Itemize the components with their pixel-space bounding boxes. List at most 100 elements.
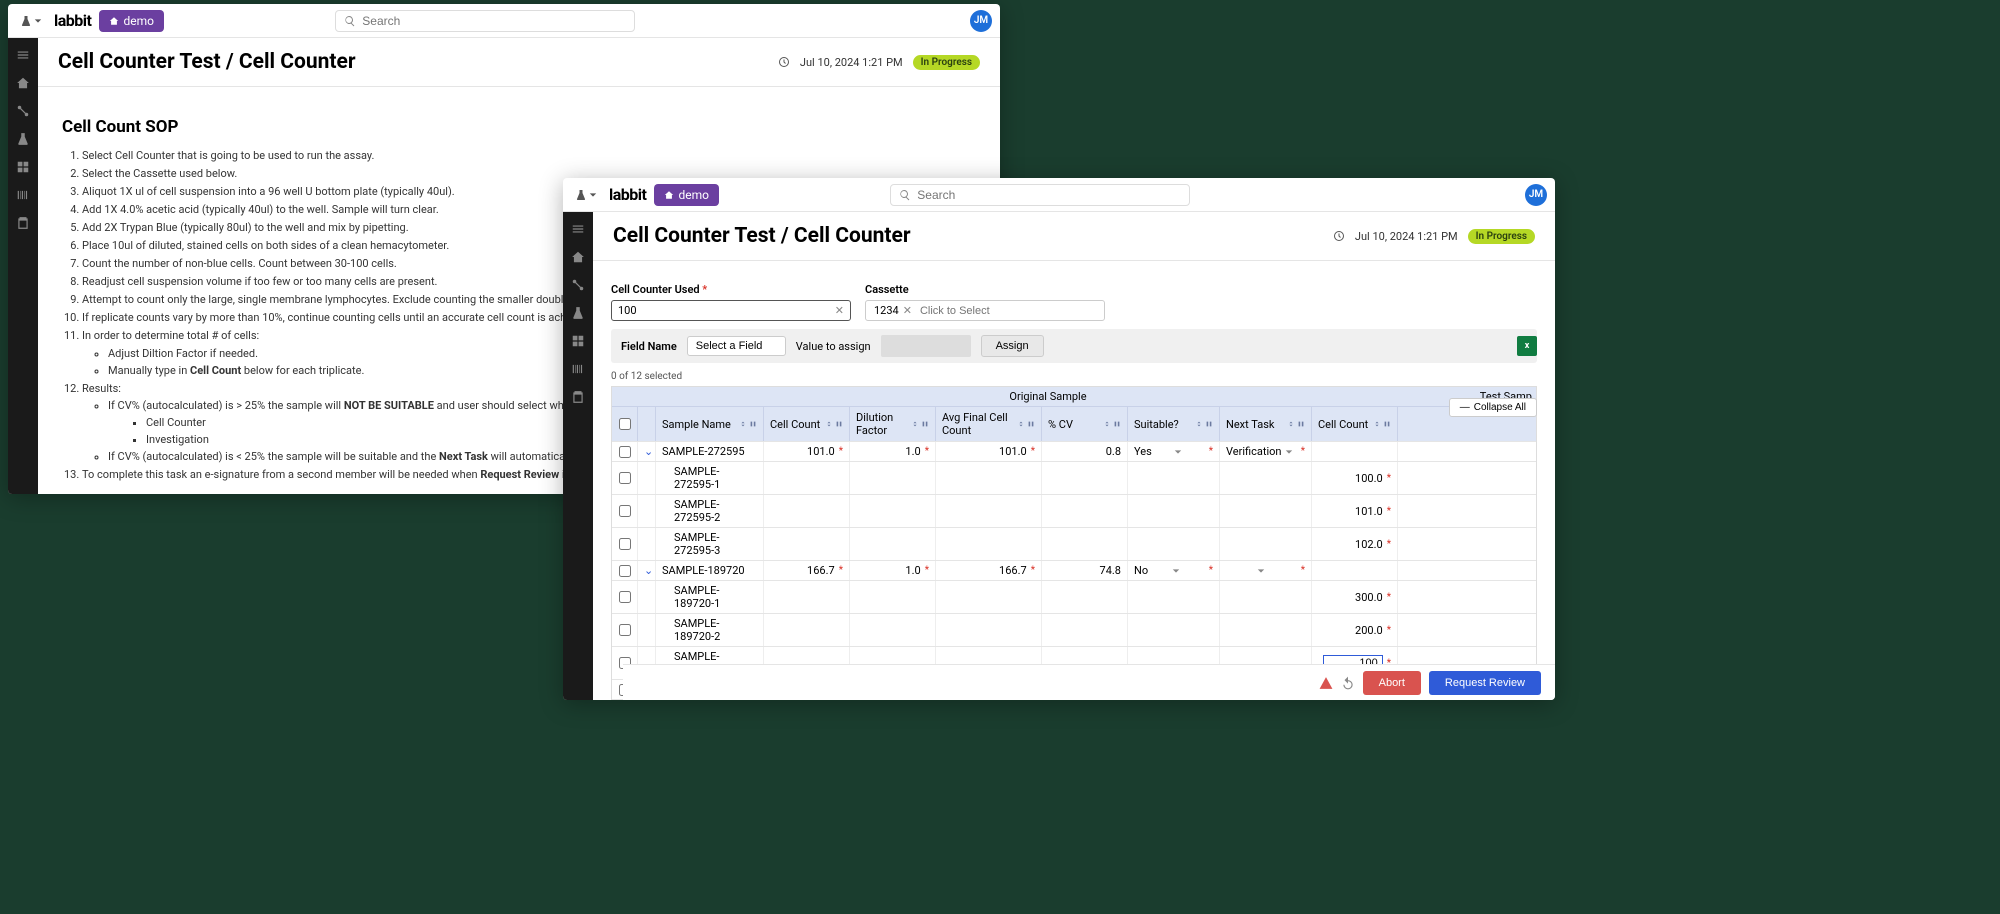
field-select[interactable]: Select a Field bbox=[687, 336, 786, 356]
page-header: Cell Counter Test / Cell Counter Jul 10,… bbox=[593, 212, 1555, 261]
cassette-label: Cassette bbox=[865, 283, 1105, 296]
col-header[interactable]: Dilution Factor bbox=[850, 407, 936, 441]
left-nav-rail bbox=[563, 212, 593, 700]
context-switcher[interactable] bbox=[571, 187, 601, 203]
user-avatar[interactable]: JM bbox=[1525, 184, 1547, 206]
cassette-input[interactable]: 1234✕ bbox=[865, 300, 1105, 321]
table-row: SAMPLE-272595-1100.0* bbox=[612, 461, 1536, 494]
selection-count: 0 of 12 selected bbox=[611, 371, 1537, 382]
row-checkbox[interactable] bbox=[619, 505, 631, 517]
field-name-label: Field Name bbox=[621, 340, 677, 353]
global-search[interactable] bbox=[890, 184, 1190, 206]
home-icon bbox=[664, 190, 674, 200]
search-icon bbox=[899, 189, 911, 201]
col-header[interactable]: Next Task bbox=[1220, 407, 1312, 441]
col-group-original: Original Sample bbox=[764, 387, 1332, 406]
row-checkbox[interactable] bbox=[619, 565, 631, 577]
user-avatar[interactable]: JM bbox=[970, 10, 992, 32]
status-badge: In Progress bbox=[913, 55, 980, 70]
clipboard-icon[interactable] bbox=[16, 216, 30, 230]
timestamp: Jul 10, 2024 1:21 PM bbox=[800, 56, 903, 69]
barcode-icon[interactable] bbox=[16, 188, 30, 202]
expand-toggle[interactable]: ⌄ bbox=[644, 445, 653, 458]
flask-icon bbox=[20, 15, 32, 27]
assign-button[interactable]: Assign bbox=[981, 335, 1044, 357]
ccu-input[interactable]: 100 ✕ bbox=[611, 300, 851, 321]
clear-icon[interactable]: ✕ bbox=[835, 304, 844, 317]
clipboard-icon[interactable] bbox=[571, 390, 585, 404]
context-switcher[interactable] bbox=[16, 13, 46, 29]
env-badge[interactable]: demo bbox=[99, 10, 164, 32]
app-logo: labbit bbox=[54, 11, 91, 30]
footer-bar: Abort Request Review bbox=[623, 664, 1555, 700]
global-search[interactable] bbox=[335, 10, 635, 32]
suitable-select[interactable]: No* bbox=[1128, 561, 1220, 580]
select-all-checkbox[interactable] bbox=[619, 418, 631, 430]
sop-heading: Cell Count SOP bbox=[62, 117, 976, 137]
expand-toggle[interactable]: ⌄ bbox=[644, 564, 653, 577]
request-review-button[interactable]: Request Review bbox=[1429, 671, 1541, 695]
workflow-icon[interactable] bbox=[571, 278, 585, 292]
search-input[interactable] bbox=[917, 188, 1181, 202]
warning-icon[interactable] bbox=[1319, 676, 1333, 690]
grid-icon[interactable] bbox=[16, 160, 30, 174]
next-task-select[interactable]: Verification* bbox=[1220, 442, 1312, 461]
next-task-select[interactable]: * bbox=[1220, 561, 1312, 580]
value-label: Value to assign bbox=[796, 340, 871, 353]
workflow-icon[interactable] bbox=[16, 104, 30, 118]
collapse-all-button[interactable]: —Collapse All bbox=[1449, 398, 1537, 417]
clock-icon bbox=[778, 56, 790, 68]
home-nav-icon[interactable] bbox=[16, 76, 30, 90]
ccu-label: Cell Counter Used * bbox=[611, 283, 851, 296]
page-header: Cell Counter Test / Cell Counter Jul 10,… bbox=[38, 38, 1000, 87]
env-badge[interactable]: demo bbox=[654, 184, 719, 206]
value-input[interactable] bbox=[881, 335, 971, 357]
topbar: labbit demo JM bbox=[563, 178, 1555, 212]
flask-nav-icon[interactable] bbox=[16, 132, 30, 146]
row-checkbox[interactable] bbox=[619, 591, 631, 603]
col-header[interactable]: % CV bbox=[1042, 407, 1128, 441]
col-header[interactable]: Suitable? bbox=[1128, 407, 1220, 441]
flask-icon bbox=[575, 189, 587, 201]
table-row: ⌄SAMPLE-272595101.0*1.0*101.0*0.8Yes*Ver… bbox=[612, 441, 1536, 461]
home-nav-icon[interactable] bbox=[571, 250, 585, 264]
status-badge: In Progress bbox=[1468, 229, 1535, 244]
row-checkbox[interactable] bbox=[619, 538, 631, 550]
row-checkbox[interactable] bbox=[619, 472, 631, 484]
col-header[interactable]: Cell Count bbox=[1312, 407, 1398, 441]
menu-icon[interactable] bbox=[571, 222, 585, 236]
table-row: SAMPLE-272595-3102.0* bbox=[612, 527, 1536, 560]
page-title: Cell Counter Test / Cell Counter bbox=[58, 50, 356, 74]
table-row: SAMPLE-272595-2101.0* bbox=[612, 494, 1536, 527]
suitable-select[interactable]: Yes* bbox=[1128, 442, 1220, 461]
col-header[interactable]: Avg Final Cell Count bbox=[936, 407, 1042, 441]
app-logo: labbit bbox=[609, 185, 646, 204]
grid-icon[interactable] bbox=[571, 334, 585, 348]
barcode-icon[interactable] bbox=[571, 362, 585, 376]
left-nav-rail bbox=[8, 38, 38, 494]
table-row: ⌄SAMPLE-189720166.7*1.0*166.7*74.8No** bbox=[612, 560, 1536, 580]
row-checkbox[interactable] bbox=[619, 446, 631, 458]
abort-button[interactable]: Abort bbox=[1363, 671, 1421, 695]
col-header[interactable]: Sample Name bbox=[656, 407, 764, 441]
undo-icon[interactable] bbox=[1341, 676, 1355, 690]
chevron-down-icon bbox=[34, 17, 42, 25]
cassette-token: 1234✕ bbox=[872, 304, 914, 317]
bulk-assign-bar: Field Name Select a Field Value to assig… bbox=[611, 329, 1537, 363]
clock-icon bbox=[1333, 230, 1345, 242]
search-icon bbox=[344, 15, 356, 27]
window-table: labbit demo JM Cell Counter Test / Cell … bbox=[563, 178, 1555, 700]
menu-icon[interactable] bbox=[16, 48, 30, 62]
flask-nav-icon[interactable] bbox=[571, 306, 585, 320]
samples-table: Original Sample Test Samp Sample NameCel… bbox=[611, 386, 1537, 700]
table-row: SAMPLE-189720-1300.0* bbox=[612, 580, 1536, 613]
timestamp: Jul 10, 2024 1:21 PM bbox=[1355, 230, 1458, 243]
col-header[interactable]: Cell Count bbox=[764, 407, 850, 441]
export-excel-button[interactable]: x bbox=[1517, 336, 1537, 356]
row-checkbox[interactable] bbox=[619, 624, 631, 636]
search-input[interactable] bbox=[362, 14, 626, 28]
home-icon bbox=[109, 16, 119, 26]
topbar: labbit demo JM bbox=[8, 4, 1000, 38]
remove-token-icon[interactable]: ✕ bbox=[903, 304, 912, 317]
page-title: Cell Counter Test / Cell Counter bbox=[613, 224, 911, 248]
